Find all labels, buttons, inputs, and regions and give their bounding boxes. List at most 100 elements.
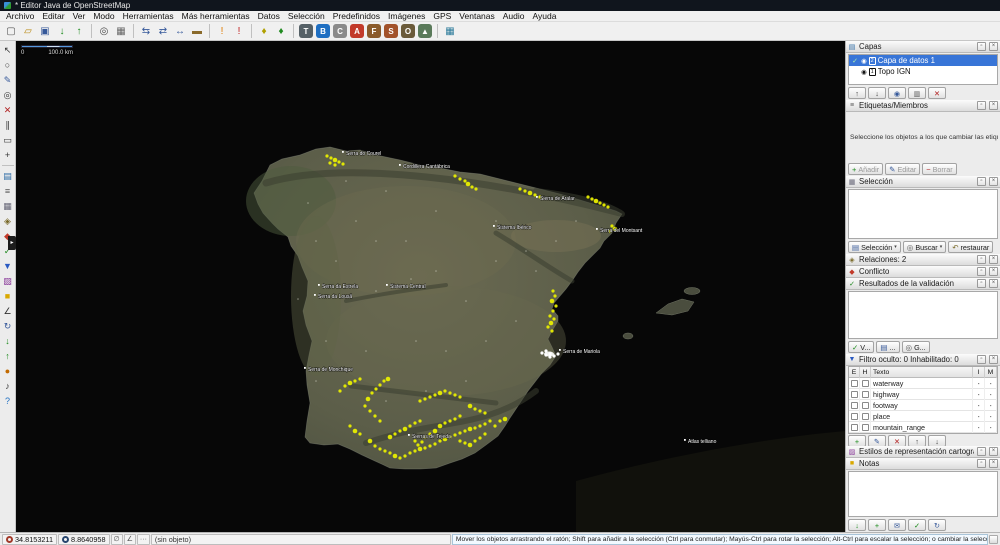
filter-row[interactable]: footway▪▪: [849, 400, 997, 411]
edit-tag-button[interactable]: ✎Editar: [885, 163, 920, 175]
close-icon[interactable]: ×: [989, 267, 998, 276]
relations-panel-header[interactable]: ◈ Relaciones: 2 ▫ ×: [846, 254, 1000, 266]
transport-preset-icon[interactable]: C: [333, 24, 347, 38]
filter-inverted-cell[interactable]: ▪: [973, 378, 985, 389]
menu-ver[interactable]: Ver: [69, 11, 90, 22]
download-along-icon[interactable]: ↓: [1, 334, 15, 348]
zoom-tool-icon[interactable]: ◎: [1, 88, 15, 102]
dock-icon[interactable]: ▫: [977, 177, 986, 186]
lookup-button[interactable]: ◎G...: [902, 341, 930, 353]
history-icon[interactable]: ↻: [1, 319, 15, 333]
zoom-icon[interactable]: ◎: [96, 23, 112, 39]
fix-button[interactable]: ▤...: [876, 341, 899, 353]
filter-hide-checkbox[interactable]: [862, 391, 869, 398]
close-note-button[interactable]: ✓: [908, 519, 926, 531]
marker-green-icon[interactable]: ♦: [273, 23, 289, 39]
close-icon[interactable]: ×: [989, 279, 998, 288]
menu-herramientas[interactable]: Herramientas: [119, 11, 178, 22]
layer-row[interactable]: ◉1Topo IGN: [849, 66, 997, 77]
imagery-icon[interactable]: ▦: [442, 23, 458, 39]
filter-enable-checkbox[interactable]: [851, 424, 858, 431]
map-styles-panel-header[interactable]: ▨ Estilos de representación cartográfica…: [846, 446, 1000, 458]
parallel-tool-icon[interactable]: ∥: [1, 118, 15, 132]
toolbar-collapse-arrow[interactable]: ▸: [8, 236, 16, 250]
menu-ventanas[interactable]: Ventanas: [455, 11, 498, 22]
toggle-layer-visibility-button[interactable]: ◉: [888, 87, 906, 99]
filter-inverted-cell[interactable]: ▪: [973, 422, 985, 433]
validation-results-list[interactable]: [848, 291, 998, 339]
menu-modo[interactable]: Modo: [89, 11, 118, 22]
filter-hide-checkbox[interactable]: [862, 413, 869, 420]
filter-enable-checkbox[interactable]: [851, 402, 858, 409]
undo-icon[interactable]: ⇆: [138, 23, 154, 39]
delete-tag-button[interactable]: −Borrar: [922, 163, 956, 175]
move-layer-down-button[interactable]: ↓: [868, 87, 886, 99]
filter-row[interactable]: waterway▪▪: [849, 378, 997, 389]
tram-preset-icon[interactable]: T: [299, 24, 313, 38]
upload-selection-icon[interactable]: ↑: [1, 349, 15, 363]
food-preset-icon[interactable]: F: [367, 24, 381, 38]
duplicate-layer-button[interactable]: ▥: [908, 87, 926, 99]
conflict-panel-header[interactable]: ◆ Conflicto ▫ ×: [846, 266, 1000, 278]
outdoor-preset-icon[interactable]: O: [401, 24, 415, 38]
validate-button[interactable]: ✓V...: [848, 341, 874, 353]
status-right-icon[interactable]: [989, 535, 998, 544]
relations-toggle-icon[interactable]: ◈: [1, 214, 15, 228]
close-icon[interactable]: ×: [989, 101, 998, 110]
add-tag-button[interactable]: +Añadir: [848, 163, 883, 175]
filter-toggle-icon[interactable]: ▼: [1, 259, 15, 273]
restore-selection-button[interactable]: ↶restaurar: [948, 241, 993, 253]
search-button[interactable]: ◎Buscar▾: [903, 241, 946, 253]
delete-layer-button[interactable]: ✕: [928, 87, 946, 99]
menu-más-herramientas[interactable]: Más herramientas: [178, 11, 254, 22]
open-file-icon[interactable]: ▱: [20, 23, 36, 39]
filter-hide-checkbox[interactable]: [862, 380, 869, 387]
layer-row[interactable]: ✓◉2Capa de datos 1: [849, 55, 997, 66]
filter-inverted-cell[interactable]: ▪: [973, 411, 985, 422]
filter-hide-checkbox[interactable]: [862, 424, 869, 431]
menu-ayuda[interactable]: Ayuda: [529, 11, 561, 22]
delete-tool-icon[interactable]: ✕: [1, 103, 15, 117]
close-icon[interactable]: ×: [989, 177, 998, 186]
menu-selección[interactable]: Selección: [284, 11, 329, 22]
map-canvas[interactable]: Cordillera CantábricaSerra do CourelSier…: [16, 41, 845, 532]
reopen-note-button[interactable]: ↻: [928, 519, 946, 531]
lasso-tool-icon[interactable]: ○: [1, 58, 15, 72]
draw-nodes-tool-icon[interactable]: ✎: [1, 73, 15, 87]
menu-datos[interactable]: Datos: [254, 11, 284, 22]
dock-icon[interactable]: ▫: [977, 459, 986, 468]
menu-gps[interactable]: GPS: [429, 11, 455, 22]
dock-icon[interactable]: ▫: [977, 447, 986, 456]
download-notes-button[interactable]: ↓: [848, 519, 866, 531]
new-note-button[interactable]: +: [868, 519, 886, 531]
close-icon[interactable]: ×: [989, 355, 998, 364]
dock-icon[interactable]: ▫: [977, 267, 986, 276]
filter-enable-checkbox[interactable]: [851, 391, 858, 398]
audio-icon[interactable]: ♪: [1, 379, 15, 393]
download-data-icon[interactable]: ↓: [54, 23, 70, 39]
filter-row[interactable]: highway▪▪: [849, 389, 997, 400]
notes-list[interactable]: [848, 471, 998, 517]
close-icon[interactable]: ×: [989, 42, 998, 51]
close-icon[interactable]: ×: [989, 459, 998, 468]
shop-preset-icon[interactable]: S: [384, 24, 398, 38]
selection-menu-button[interactable]: ▤Selección▾: [848, 241, 901, 253]
selection-toggle-icon[interactable]: ▦: [1, 199, 15, 213]
filter-inverted-cell[interactable]: ▪: [973, 389, 985, 400]
redo-icon[interactable]: ⇄: [155, 23, 171, 39]
help-icon[interactable]: ?: [1, 394, 15, 408]
close-icon[interactable]: ×: [989, 255, 998, 264]
peak-preset-icon[interactable]: ▲: [418, 24, 432, 38]
bus-preset-icon[interactable]: B: [316, 24, 330, 38]
preferences-icon[interactable]: ▦: [113, 23, 129, 39]
dock-icon[interactable]: ▫: [977, 355, 986, 364]
filter-row[interactable]: place▪▪: [849, 411, 997, 422]
notes-toggle-icon[interactable]: ■: [1, 289, 15, 303]
tags-toggle-icon[interactable]: ≡: [1, 184, 15, 198]
layers-toggle-icon[interactable]: ▤: [1, 169, 15, 183]
dock-icon[interactable]: ▫: [977, 279, 986, 288]
dock-icon[interactable]: ▫: [977, 101, 986, 110]
menu-audio[interactable]: Audio: [499, 11, 529, 22]
comment-note-button[interactable]: ✉: [888, 519, 906, 531]
move-layer-up-button[interactable]: ↑: [848, 87, 866, 99]
